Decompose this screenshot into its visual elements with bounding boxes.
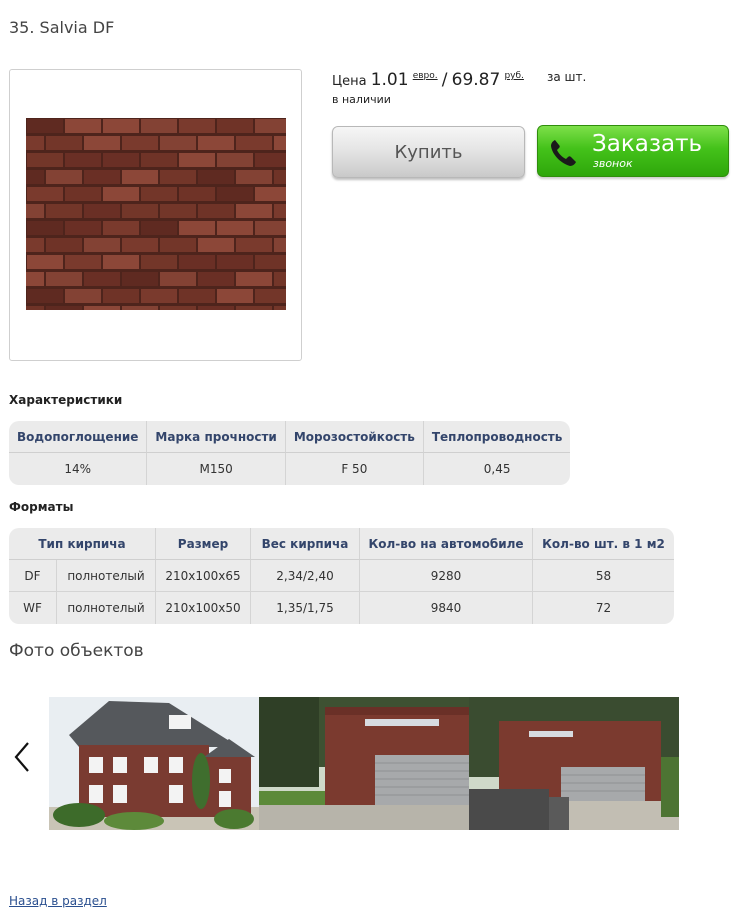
table-cell: полнотелый: [57, 592, 156, 624]
table-cell: 9840: [360, 592, 533, 624]
table-cell: 9280: [360, 560, 533, 592]
table-cell: 210x100x50: [156, 592, 251, 624]
product-image-frame[interactable]: [9, 69, 302, 361]
characteristics-heading: Характеристики: [9, 393, 123, 407]
phone-icon: [551, 140, 576, 166]
formats-heading: Форматы: [9, 500, 74, 514]
price-separator: /: [441, 70, 448, 90]
price-rub: 69.87: [451, 70, 501, 90]
column-header: Марка прочности: [147, 421, 286, 453]
table-header-row: Водопоглощение Марка прочности Морозосто…: [9, 421, 571, 453]
gallery-heading: Фото объектов: [9, 641, 144, 661]
table-cell: WF: [9, 592, 57, 624]
rub-unit[interactable]: руб.: [504, 71, 523, 81]
buy-button[interactable]: Купить: [332, 126, 525, 178]
page-title: 35. Salvia DF: [9, 18, 115, 37]
table-cell: 2,34/2,40: [251, 560, 360, 592]
column-header: Кол-во шт. в 1 м2: [533, 528, 674, 560]
eur-unit[interactable]: евро.: [413, 71, 438, 81]
brick-texture-image: [26, 118, 286, 310]
table-cell: 210x100x65: [156, 560, 251, 592]
column-header: Кол-во на автомобиле: [360, 528, 533, 560]
table-row: DF полнотелый 210x100x65 2,34/2,40 9280 …: [9, 560, 674, 592]
table-cell: 58: [533, 560, 674, 592]
back-to-section-link[interactable]: Назад в раздел: [9, 894, 107, 908]
price-eur: 1.01: [370, 70, 409, 90]
photo-gallery: [49, 697, 679, 830]
order-button-label: Заказать: [592, 131, 703, 157]
table-cell: F 50: [286, 453, 424, 485]
table-cell: 1,35/1,75: [251, 592, 360, 624]
garage-photo-1[interactable]: [259, 697, 469, 830]
price-line: Цена 1.01 евро. / 69.87 руб. за шт.: [332, 70, 586, 90]
column-header: Теплопроводность: [423, 421, 571, 453]
per-unit-label: за шт.: [547, 70, 587, 84]
column-header: Вес кирпича: [251, 528, 360, 560]
house-photo[interactable]: [49, 697, 259, 830]
table-cell: полнотелый: [57, 560, 156, 592]
column-header: Размер: [156, 528, 251, 560]
table-cell: 14%: [9, 453, 148, 485]
table-cell: M150: [147, 453, 286, 485]
stock-status: в наличии: [332, 93, 391, 106]
order-call-button[interactable]: Заказать звонок: [537, 125, 729, 177]
table-row: WF полнотелый 210x100x50 1,35/1,75 9840 …: [9, 592, 674, 624]
formats-table: Тип кирпича Размер Вес кирпича Кол-во на…: [9, 528, 674, 624]
chevron-left-icon[interactable]: [12, 740, 32, 774]
price-label: Цена: [332, 74, 367, 89]
column-header: Морозостойкость: [285, 421, 424, 453]
table-cell: 72: [595, 601, 612, 615]
characteristics-table: Водопоглощение Марка прочности Морозосто…: [9, 421, 571, 485]
column-header: Водопоглощение: [9, 421, 148, 453]
column-header: Тип кирпича: [9, 528, 156, 560]
table-header-row: Тип кирпича Размер Вес кирпича Кол-во на…: [9, 528, 674, 560]
garage-photo-2[interactable]: [469, 697, 679, 830]
table-cell: 0,45: [483, 462, 511, 476]
order-button-sublabel: звонок: [593, 157, 633, 170]
table-row: 14% M150 F 50 0,45: [9, 453, 570, 485]
table-cell: DF: [9, 560, 57, 592]
